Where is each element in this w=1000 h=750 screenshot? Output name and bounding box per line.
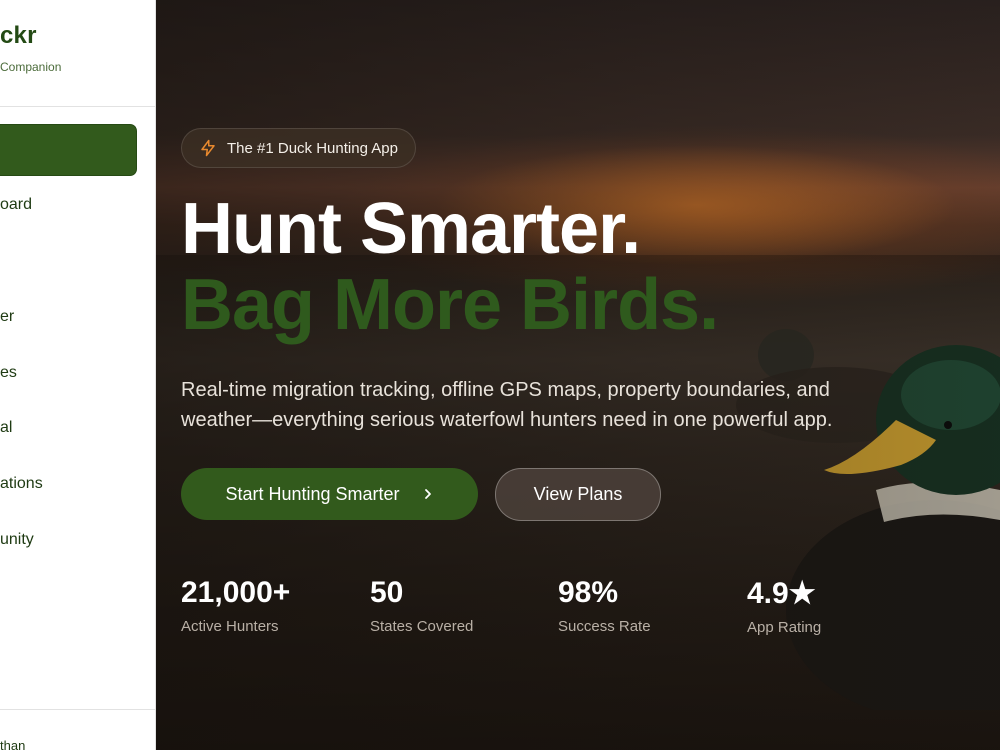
stat-value: 4.9★ [747, 577, 816, 610]
view-plans-button[interactable]: View Plans [495, 468, 661, 521]
start-hunting-button[interactable]: Start Hunting Smarter [181, 468, 478, 520]
headline-line-2: Bag More Birds. [181, 265, 719, 345]
stat-label: States Covered [370, 618, 474, 635]
stat-label: Success Rate [558, 618, 651, 635]
brand[interactable]: ckr Companion [0, 22, 61, 74]
sidebar-divider-bottom [0, 709, 155, 710]
stat-label: App Rating [747, 619, 822, 636]
start-hunting-button-label: Start Hunting Smarter [225, 483, 400, 504]
stat-active-hunters: 21,000+ Active Hunters [181, 576, 290, 635]
chevron-right-icon [424, 489, 431, 499]
hero-badge: The #1 Duck Hunting App [181, 128, 416, 168]
headline-line-1: Hunt Smarter. [181, 189, 641, 269]
sidebar-item-species[interactable]: es [0, 364, 17, 382]
hero-subtitle: Real-time migration tracking, offline GP… [181, 379, 833, 431]
sidebar-item-active[interactable] [0, 124, 137, 176]
stat-label: Active Hunters [181, 618, 279, 635]
brand-tagline: Companion [0, 60, 62, 74]
stat-value: 50 [370, 576, 404, 609]
sidebar-item-weather[interactable]: er [0, 308, 14, 326]
sidebar-item-journal[interactable]: al [0, 419, 12, 437]
sidebar-user-name[interactable]: than [0, 738, 25, 750]
sidebar: ckr Companion oard er es al ations unity… [0, 0, 156, 750]
hero-section: The #1 Duck Hunting App Hunt Smarter. Ba… [156, 0, 1000, 750]
view-plans-button-label: View Plans [533, 484, 623, 504]
stat-value: 98% [558, 576, 619, 609]
stat-states-covered: 50 States Covered [370, 576, 473, 635]
sidebar-divider [0, 106, 155, 107]
hero-headline: Hunt Smarter. Bag More Birds. [181, 189, 719, 345]
stat-value: 21,000+ [181, 576, 291, 609]
lightning-icon [201, 139, 215, 157]
sidebar-item-dashboard[interactable]: oard [0, 196, 32, 214]
sidebar-item-community[interactable]: unity [0, 531, 34, 549]
sidebar-item-locations[interactable]: ations [0, 475, 43, 493]
stat-success-rate: 98% Success Rate [558, 576, 651, 635]
brand-name: ckr [0, 22, 37, 49]
stat-app-rating: 4.9★ App Rating [747, 576, 821, 636]
hero-badge-text: The #1 Duck Hunting App [227, 139, 398, 157]
